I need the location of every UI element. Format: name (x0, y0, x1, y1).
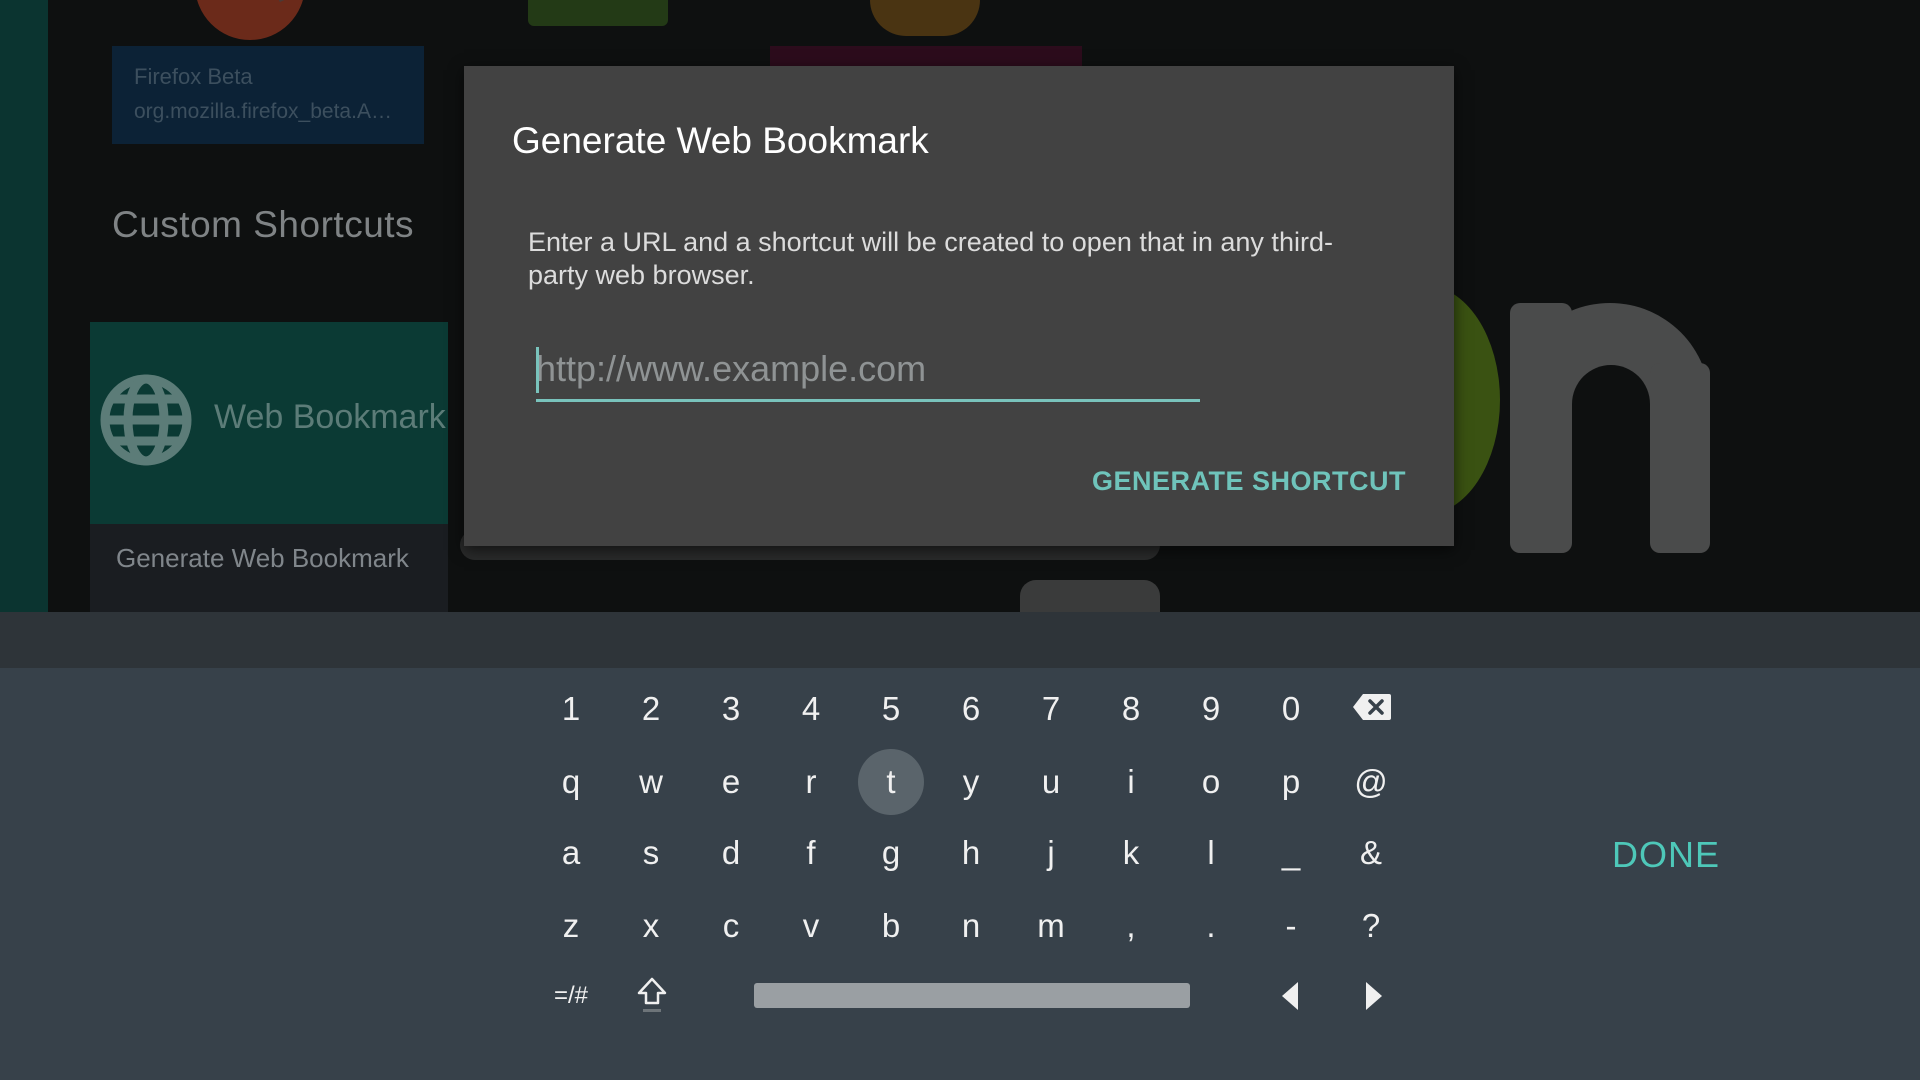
key-s[interactable]: s (618, 820, 684, 886)
key-w[interactable]: w (618, 749, 684, 815)
text-caret (536, 347, 539, 393)
firefox-beta-icon: BE (195, 0, 314, 40)
arrow-left-icon[interactable] (1280, 980, 1300, 1012)
key-_[interactable]: _ (1258, 820, 1324, 886)
key-h[interactable]: h (938, 820, 1004, 886)
key-,[interactable]: , (1098, 893, 1164, 959)
section-title: Custom Shortcuts (112, 204, 415, 245)
app-card-subtitle: org.mozilla.firefox_beta.A… (134, 100, 392, 123)
dialog-message: Enter a URL and a shortcut will be creat… (528, 227, 1333, 290)
key-9[interactable]: 9 (1178, 676, 1244, 742)
key-z[interactable]: z (538, 893, 604, 959)
key-6[interactable]: 6 (938, 676, 1004, 742)
url-input[interactable] (536, 338, 1200, 402)
tile-label: Web Bookmark (214, 398, 446, 436)
key-8[interactable]: 8 (1098, 676, 1164, 742)
arrow-right-icon[interactable] (1364, 980, 1384, 1012)
key-x[interactable]: x (618, 893, 684, 959)
web-bookmark-tile[interactable]: Web Bookmark (90, 322, 448, 524)
key-v[interactable]: v (778, 893, 844, 959)
key-1[interactable]: 1 (538, 676, 604, 742)
app-icon-green (528, 0, 668, 26)
key-&[interactable]: & (1338, 820, 1404, 886)
key-a[interactable]: a (538, 820, 604, 886)
done-button[interactable]: DONE (1612, 834, 1720, 876)
key-n[interactable]: n (938, 893, 1004, 959)
symbols-key[interactable]: =/# (538, 963, 604, 1029)
key-@[interactable]: @ (1338, 749, 1404, 815)
key-t[interactable]: t (858, 749, 924, 815)
generate-bookmark-dialog: Generate Web Bookmark Enter a URL and a … (464, 66, 1454, 546)
app-card-title: Firefox Beta (134, 64, 253, 89)
key-d[interactable]: d (698, 820, 764, 886)
key-g[interactable]: g (858, 820, 924, 886)
key-q[interactable]: q (538, 749, 604, 815)
key-u[interactable]: u (1018, 749, 1084, 815)
key--[interactable]: - (1258, 893, 1324, 959)
app-card-firefox-beta[interactable]: Firefox Beta org.mozilla.firefox_beta.A… (112, 46, 424, 144)
key-m[interactable]: m (1018, 893, 1084, 959)
on-screen-keyboard: =/# DONE 1 2 3 4 5 6 7 8 9 0 q w e r t y u i o p @ a s d f g h j k l _… (0, 668, 1920, 1080)
key-3[interactable]: 3 (698, 676, 764, 742)
key-.[interactable]: . (1178, 893, 1244, 959)
globe-icon (100, 374, 192, 466)
key-2[interactable]: 2 (618, 676, 684, 742)
key-y[interactable]: y (938, 749, 1004, 815)
key-7[interactable]: 7 (1018, 676, 1084, 742)
key-?[interactable]: ? (1338, 893, 1404, 959)
key-5[interactable]: 5 (858, 676, 924, 742)
shift-icon[interactable] (636, 976, 668, 1014)
key-r[interactable]: r (778, 749, 844, 815)
tile-footer: Generate Web Bookmark (90, 524, 448, 612)
app-card-bar (770, 46, 1082, 66)
tile-footer-label: Generate Web Bookmark (116, 543, 409, 573)
key-e[interactable]: e (698, 749, 764, 815)
key-c[interactable]: c (698, 893, 764, 959)
key-0[interactable]: 0 (1258, 676, 1324, 742)
key-i[interactable]: i (1098, 749, 1164, 815)
space-bar[interactable] (754, 983, 1190, 1008)
background-logo-n (1510, 303, 1710, 555)
key-f[interactable]: f (778, 820, 844, 886)
key-j[interactable]: j (1018, 820, 1084, 886)
key-p[interactable]: p (1258, 749, 1324, 815)
key-b[interactable]: b (858, 893, 924, 959)
backspace-icon[interactable] (1352, 692, 1392, 722)
key-4[interactable]: 4 (778, 676, 844, 742)
key-l[interactable]: l (1178, 820, 1244, 886)
keyboard-top-bar (0, 612, 1920, 668)
left-accent-strip (0, 0, 48, 612)
generate-shortcut-button[interactable]: GENERATE SHORTCUT (1092, 466, 1406, 497)
dialog-title: Generate Web Bookmark (512, 120, 929, 161)
app-icon-firefox (870, 0, 980, 36)
key-o[interactable]: o (1178, 749, 1244, 815)
key-k[interactable]: k (1098, 820, 1164, 886)
